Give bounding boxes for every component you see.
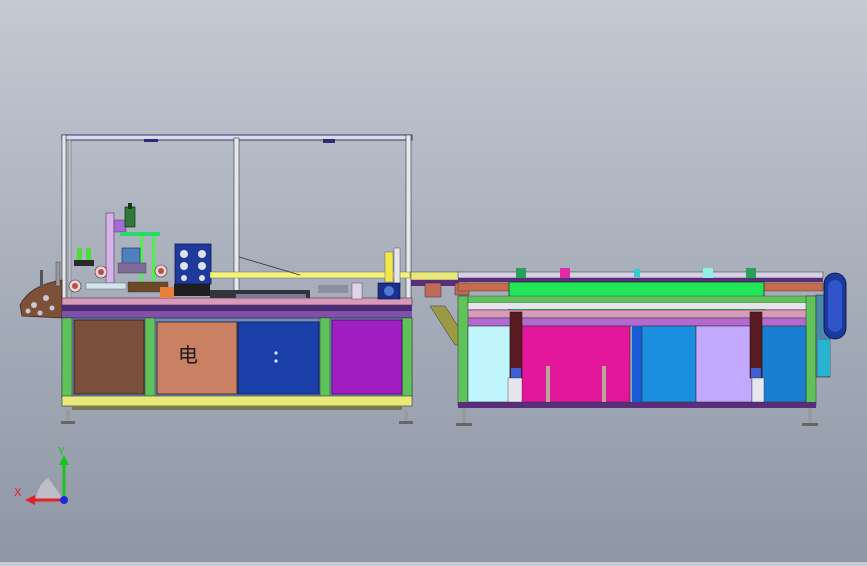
top-mechanisms: [68, 203, 411, 300]
x-axis-label: X: [14, 486, 22, 499]
coordinate-triad: Y X: [14, 445, 69, 505]
z-axis-dot: [60, 496, 68, 504]
cabinet-panel-brown[interactable]: [73, 319, 145, 395]
right-panel-divider: [632, 326, 642, 402]
right-machine-feet: [456, 408, 818, 426]
right-panel-cyan[interactable]: [467, 325, 511, 403]
control-panel[interactable]: [174, 243, 212, 285]
y-axis-label: Y: [57, 445, 65, 458]
cad-drawing: 电 Y X: [14, 134, 847, 505]
left-machine[interactable]: 电: [19, 134, 413, 424]
right-panel-blue[interactable]: [761, 325, 807, 403]
deck-plate-dark: [62, 305, 412, 311]
right-panel-azure[interactable]: [641, 325, 697, 403]
x-arrowhead-icon: [25, 495, 35, 505]
cad-viewport[interactable]: 电 Y X: [0, 0, 867, 562]
right-panel-magenta[interactable]: [519, 325, 631, 403]
cabinet-mark: 电: [178, 343, 198, 367]
triad-plane-icon: [36, 478, 64, 500]
cabinet-panel-purple[interactable]: [331, 319, 403, 395]
right-panel-lavender[interactable]: [695, 325, 753, 403]
cabinet-panel-royal[interactable]: [237, 321, 320, 395]
deck-plate-purple: [62, 311, 412, 318]
left-hopper: [19, 261, 63, 319]
right-machine[interactable]: [456, 268, 847, 426]
cabinet-panel-salmon[interactable]: 电: [156, 321, 238, 395]
left-machine-feet: [61, 410, 413, 424]
